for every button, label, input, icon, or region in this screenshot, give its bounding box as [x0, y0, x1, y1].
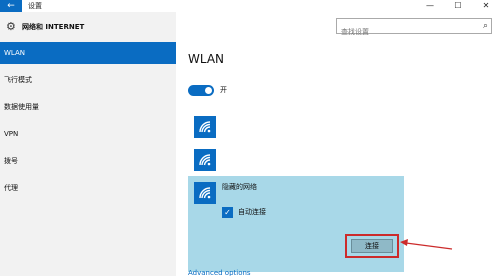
wifi-network-item[interactable]	[194, 116, 216, 138]
sidebar: ⚙ 网络和 INTERNET WLAN 飞行模式 数据使用量 VPN 拨号 代理	[0, 12, 176, 276]
wlan-toggle[interactable]	[188, 85, 214, 96]
wlan-toggle-label: 开	[220, 86, 227, 94]
auto-connect-checkbox[interactable]: ✓	[222, 207, 233, 218]
sidebar-header: ⚙ 网络和 INTERNET	[0, 18, 176, 36]
wifi-icon	[199, 121, 211, 133]
minimize-button[interactable]: —	[416, 0, 444, 12]
hidden-network-icon	[194, 182, 216, 204]
sidebar-title: 网络和 INTERNET	[22, 23, 85, 31]
sidebar-item-wlan[interactable]: WLAN	[0, 42, 176, 64]
back-arrow-icon: ←	[7, 1, 15, 11]
page-title: WLAN	[188, 52, 225, 66]
sidebar-item-dial-up[interactable]: 拨号	[0, 150, 176, 172]
hidden-network-name: 隐藏的网络	[222, 183, 257, 191]
connect-highlight-box: 连接	[345, 234, 399, 258]
wifi-icon	[199, 154, 211, 166]
close-button[interactable]: ✕	[472, 0, 500, 12]
wifi-network-item[interactable]	[194, 149, 216, 171]
gear-icon: ⚙	[6, 20, 16, 33]
auto-connect-label: 自动连接	[238, 208, 266, 216]
hidden-network-panel[interactable]: 隐藏的网络 ✓ 自动连接 连接	[188, 176, 404, 272]
back-button[interactable]: ←	[0, 0, 22, 12]
wifi-icon	[199, 187, 211, 199]
sidebar-item-airplane-mode[interactable]: 飞行模式	[0, 69, 176, 91]
checkmark-icon: ✓	[224, 208, 231, 217]
window-title: 设置	[28, 2, 42, 10]
sidebar-item-proxy[interactable]: 代理	[0, 177, 176, 199]
connect-button[interactable]: 连接	[351, 239, 393, 253]
sidebar-item-data-usage[interactable]: 数据使用量	[0, 96, 176, 118]
title-bar: ← 设置 — ☐ ✕	[0, 0, 500, 12]
advanced-options-link[interactable]: Advanced options	[188, 268, 251, 276]
sidebar-item-vpn[interactable]: VPN	[0, 123, 176, 145]
annotation-arrow-icon	[400, 239, 453, 250]
maximize-button[interactable]: ☐	[444, 0, 472, 12]
